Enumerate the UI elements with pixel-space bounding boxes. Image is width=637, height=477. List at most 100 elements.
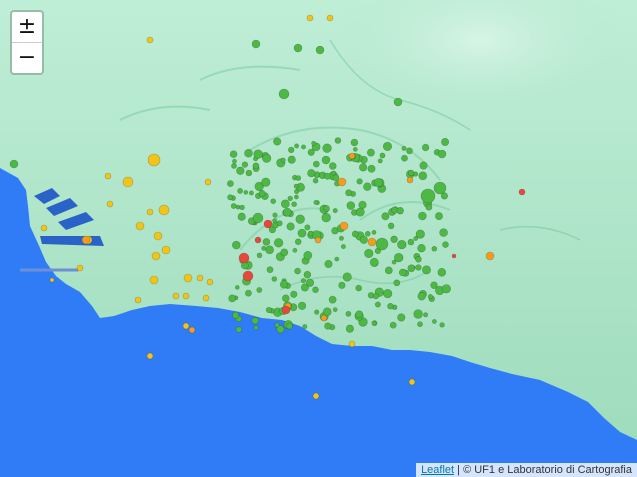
- green-marker[interactable]: [303, 250, 313, 260]
- orange-marker[interactable]: [188, 326, 196, 334]
- yellow-marker[interactable]: [348, 340, 356, 348]
- orange-marker[interactable]: [406, 176, 414, 184]
- yellow-marker[interactable]: [306, 14, 314, 22]
- yellow-marker[interactable]: [161, 245, 171, 255]
- green-marker[interactable]: [413, 236, 419, 241]
- green-marker[interactable]: [437, 267, 447, 277]
- green-marker[interactable]: [305, 278, 315, 287]
- green-marker[interactable]: [397, 239, 407, 250]
- green-marker[interactable]: [369, 257, 379, 267]
- green-marker[interactable]: [314, 309, 320, 315]
- green-marker[interactable]: [226, 180, 234, 187]
- green-marker[interactable]: [300, 278, 307, 284]
- yellow-marker[interactable]: [147, 153, 161, 167]
- green-marker[interactable]: [235, 326, 243, 333]
- green-marker[interactable]: [332, 174, 340, 181]
- green-marker[interactable]: [398, 268, 407, 277]
- green-marker[interactable]: [387, 303, 394, 310]
- green-marker[interactable]: [367, 164, 376, 173]
- green-marker[interactable]: [340, 244, 346, 250]
- green-marker[interactable]: [418, 211, 427, 221]
- green-marker[interactable]: [271, 276, 278, 282]
- green-marker[interactable]: [338, 281, 346, 289]
- green-marker[interactable]: [321, 212, 331, 223]
- green-marker[interactable]: [397, 313, 406, 322]
- green-marker[interactable]: [315, 45, 325, 55]
- green-marker[interactable]: [358, 200, 367, 209]
- green-marker[interactable]: [304, 224, 311, 231]
- green-marker[interactable]: [390, 235, 398, 244]
- yellow-marker[interactable]: [408, 378, 416, 386]
- yellow-marker[interactable]: [202, 294, 210, 302]
- green-marker[interactable]: [245, 169, 253, 177]
- green-marker[interactable]: [425, 203, 433, 211]
- green-marker[interactable]: [278, 88, 290, 100]
- green-marker[interactable]: [345, 324, 355, 333]
- yellow-marker[interactable]: [151, 251, 161, 261]
- green-marker[interactable]: [272, 212, 278, 218]
- green-marker[interactable]: [237, 187, 243, 194]
- yellow-marker[interactable]: [76, 264, 84, 272]
- orange-marker[interactable]: [320, 314, 328, 322]
- green-marker[interactable]: [272, 218, 278, 223]
- green-marker[interactable]: [332, 307, 338, 313]
- green-marker[interactable]: [261, 177, 271, 187]
- red-marker[interactable]: [242, 270, 254, 282]
- yellow-marker[interactable]: [196, 274, 204, 282]
- green-marker[interactable]: [273, 137, 282, 146]
- green-marker[interactable]: [363, 182, 372, 191]
- green-marker[interactable]: [364, 231, 371, 237]
- green-marker[interactable]: [384, 266, 393, 275]
- green-marker[interactable]: [236, 166, 245, 176]
- green-marker[interactable]: [431, 246, 438, 252]
- green-marker[interactable]: [261, 245, 267, 251]
- green-marker[interactable]: [389, 321, 397, 329]
- orange-marker[interactable]: [485, 251, 495, 261]
- green-marker[interactable]: [307, 148, 315, 156]
- green-marker[interactable]: [256, 287, 263, 293]
- map-container[interactable]: ± − Leaflet | © UF1 e Laboratorio di Car…: [0, 0, 637, 477]
- green-marker[interactable]: [437, 149, 447, 159]
- green-marker[interactable]: [298, 301, 307, 310]
- green-marker[interactable]: [287, 195, 293, 202]
- green-marker[interactable]: [293, 43, 303, 53]
- green-marker[interactable]: [322, 307, 332, 317]
- orange-marker[interactable]: [337, 177, 347, 187]
- green-marker[interactable]: [312, 286, 319, 294]
- green-marker[interactable]: [356, 178, 363, 185]
- zoom-out-button[interactable]: −: [12, 42, 42, 73]
- green-marker[interactable]: [415, 255, 422, 263]
- green-marker[interactable]: [427, 294, 434, 300]
- green-marker[interactable]: [371, 229, 377, 235]
- green-marker[interactable]: [328, 295, 337, 304]
- green-marker[interactable]: [293, 194, 299, 200]
- green-marker[interactable]: [373, 177, 384, 188]
- green-marker[interactable]: [408, 169, 415, 176]
- green-marker[interactable]: [406, 147, 413, 155]
- green-marker[interactable]: [331, 170, 337, 176]
- green-marker[interactable]: [282, 207, 292, 217]
- green-marker[interactable]: [407, 238, 415, 246]
- green-marker[interactable]: [413, 309, 423, 319]
- green-marker[interactable]: [294, 267, 301, 275]
- yellow-marker[interactable]: [204, 178, 212, 186]
- green-marker[interactable]: [415, 264, 422, 271]
- green-marker[interactable]: [391, 259, 397, 265]
- yellow-marker[interactable]: [146, 352, 154, 360]
- green-marker[interactable]: [401, 154, 408, 162]
- green-marker[interactable]: [417, 321, 423, 328]
- green-marker[interactable]: [280, 248, 289, 257]
- yellow-marker[interactable]: [182, 322, 190, 330]
- green-marker[interactable]: [441, 284, 452, 294]
- green-marker[interactable]: [286, 222, 295, 231]
- green-marker[interactable]: [265, 245, 274, 255]
- green-marker[interactable]: [338, 235, 344, 241]
- green-marker[interactable]: [293, 183, 299, 189]
- orange-marker[interactable]: [348, 152, 356, 160]
- green-marker[interactable]: [303, 270, 312, 279]
- green-marker[interactable]: [419, 161, 428, 170]
- green-marker[interactable]: [312, 160, 320, 168]
- green-marker[interactable]: [328, 162, 337, 170]
- green-marker[interactable]: [345, 189, 353, 197]
- green-marker[interactable]: [287, 155, 296, 164]
